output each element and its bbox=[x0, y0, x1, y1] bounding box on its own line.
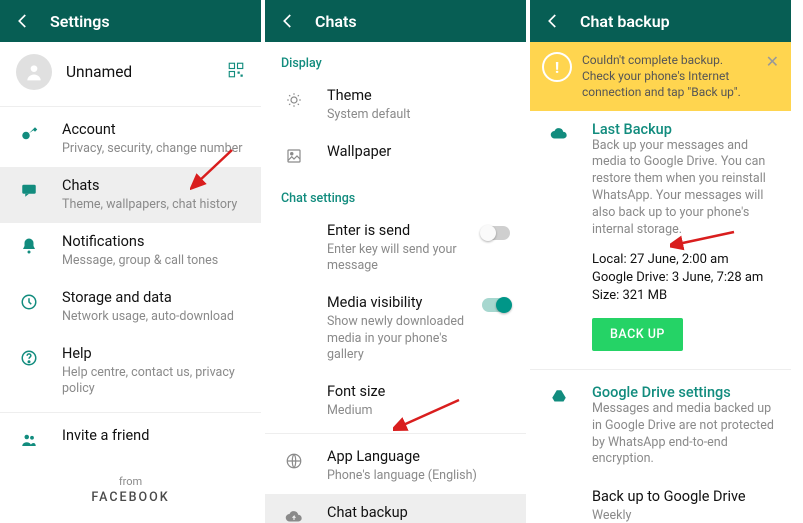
appbar-title: Chat backup bbox=[580, 12, 670, 31]
section-title: Last Backup bbox=[592, 121, 775, 138]
row-invite[interactable]: Invite a friend bbox=[0, 417, 261, 461]
section-title: Google Drive settings bbox=[592, 384, 775, 401]
warning-text: Couldn't complete backup. Check your pho… bbox=[582, 52, 766, 101]
section-google-drive: Google Drive settings Messages and media… bbox=[530, 374, 791, 479]
row-label: Storage and data bbox=[62, 289, 245, 308]
appbar-title: Settings bbox=[50, 12, 110, 31]
row-label: Account bbox=[62, 121, 245, 140]
appbar-chats: Chats bbox=[265, 0, 526, 42]
row-sub: System default bbox=[327, 107, 510, 123]
row-label: Theme bbox=[327, 87, 510, 106]
switch-media[interactable] bbox=[482, 298, 510, 312]
row-sub: Show newly downloaded media in your phon… bbox=[327, 314, 482, 363]
back-icon[interactable] bbox=[544, 12, 562, 30]
warning-icon: ! bbox=[542, 52, 572, 82]
row-backup-freq[interactable]: Back up to Google DriveWeekly bbox=[530, 478, 791, 523]
section-chat-settings: Chat settings bbox=[265, 177, 526, 212]
row-sub: Medium bbox=[327, 403, 510, 419]
cloud-up-icon bbox=[283, 506, 305, 523]
appbar-backup: Chat backup bbox=[530, 0, 791, 42]
back-icon[interactable] bbox=[279, 12, 297, 30]
screen-settings: Settings Unnamed AccountPrivacy, securit… bbox=[0, 0, 265, 523]
close-icon[interactable]: ✕ bbox=[766, 52, 779, 71]
row-label: Enter is send bbox=[327, 222, 482, 241]
row-label: Notifications bbox=[62, 233, 245, 252]
row-theme[interactable]: ThemeSystem default bbox=[265, 77, 526, 133]
divider bbox=[0, 106, 261, 107]
backup-size: Size: 321 MB bbox=[592, 288, 791, 303]
backup-drive: Google Drive: 3 June, 7:28 am bbox=[592, 270, 791, 285]
row-label: Chats bbox=[62, 177, 245, 196]
row-label: Font size bbox=[327, 383, 510, 402]
row-notifications[interactable]: NotificationsMessage, group & call tones bbox=[0, 223, 261, 279]
divider bbox=[265, 433, 526, 434]
row-enter-send[interactable]: Enter is sendEnter key will send your me… bbox=[265, 212, 526, 284]
section-display: Display bbox=[265, 42, 526, 77]
row-label: App Language bbox=[327, 448, 510, 467]
row-sub: Theme, wallpapers, chat history bbox=[62, 197, 245, 213]
wallpaper-icon bbox=[283, 145, 305, 167]
chat-icon bbox=[18, 179, 40, 201]
backup-info: Local: 27 June, 2:00 am Google Drive: 3 … bbox=[530, 252, 791, 303]
row-label: Wallpaper bbox=[327, 143, 510, 162]
divider bbox=[530, 369, 791, 370]
row-account[interactable]: AccountPrivacy, security, change number bbox=[0, 111, 261, 167]
appbar-settings: Settings bbox=[0, 0, 261, 42]
divider bbox=[0, 412, 261, 413]
backup-button[interactable]: BACK UP bbox=[592, 318, 683, 351]
row-sub: Privacy, security, change number bbox=[62, 141, 245, 157]
screen-backup: Chat backup ! Couldn't complete backup. … bbox=[530, 0, 795, 523]
row-label: Back up to Google Drive bbox=[592, 488, 775, 507]
row-sub: Network usage, auto-download bbox=[62, 309, 245, 325]
row-label: Chat backup bbox=[327, 504, 510, 523]
back-icon[interactable] bbox=[14, 12, 32, 30]
row-font-size[interactable]: Font sizeMedium bbox=[265, 373, 526, 429]
section-last-backup: Last Backup Back up your messages and me… bbox=[530, 111, 791, 249]
row-app-language[interactable]: App LanguagePhone's language (English) bbox=[265, 438, 526, 494]
row-sub: Weekly bbox=[592, 508, 775, 523]
row-label: Invite a friend bbox=[62, 427, 245, 446]
data-icon bbox=[18, 291, 40, 313]
row-wallpaper[interactable]: Wallpaper bbox=[265, 133, 526, 177]
row-sub: Message, group & call tones bbox=[62, 253, 245, 269]
help-icon bbox=[18, 347, 40, 369]
section-desc: Back up your messages and media to Googl… bbox=[592, 138, 775, 239]
theme-icon bbox=[283, 89, 305, 111]
section-desc: Messages and media backed up in Google D… bbox=[592, 401, 775, 469]
profile-row[interactable]: Unnamed bbox=[0, 42, 261, 102]
avatar-icon bbox=[16, 54, 52, 90]
people-icon bbox=[18, 429, 40, 451]
appbar-title: Chats bbox=[315, 12, 357, 31]
row-help[interactable]: HelpHelp centre, contact us, privacy pol… bbox=[0, 335, 261, 407]
row-sub: Phone's language (English) bbox=[327, 468, 510, 484]
backup-local: Local: 27 June, 2:00 am bbox=[592, 252, 791, 267]
globe-icon bbox=[283, 450, 305, 472]
screen-chats: Chats Display ThemeSystem default Wallpa… bbox=[265, 0, 530, 523]
profile-name: Unnamed bbox=[66, 63, 132, 81]
key-icon bbox=[18, 123, 40, 145]
cloud-up-icon bbox=[548, 123, 570, 145]
backup-warning: ! Couldn't complete backup. Check your p… bbox=[530, 42, 791, 111]
from-text: from bbox=[0, 461, 261, 490]
row-chats[interactable]: ChatsTheme, wallpapers, chat history bbox=[0, 167, 261, 223]
switch-enter[interactable] bbox=[482, 226, 510, 240]
row-sub: Enter key will send your message bbox=[327, 242, 482, 275]
row-label: Media visibility bbox=[327, 294, 482, 313]
facebook-text: FACEBOOK bbox=[0, 490, 261, 505]
row-storage[interactable]: Storage and dataNetwork usage, auto-down… bbox=[0, 279, 261, 335]
qr-icon[interactable] bbox=[227, 61, 245, 83]
row-chat-backup[interactable]: Chat backup bbox=[265, 494, 526, 523]
bell-icon bbox=[18, 235, 40, 257]
row-sub: Help centre, contact us, privacy policy bbox=[62, 365, 245, 398]
row-label: Help bbox=[62, 345, 245, 364]
drive-icon bbox=[548, 386, 570, 408]
row-media-visibility[interactable]: Media visibilityShow newly downloaded me… bbox=[265, 284, 526, 373]
